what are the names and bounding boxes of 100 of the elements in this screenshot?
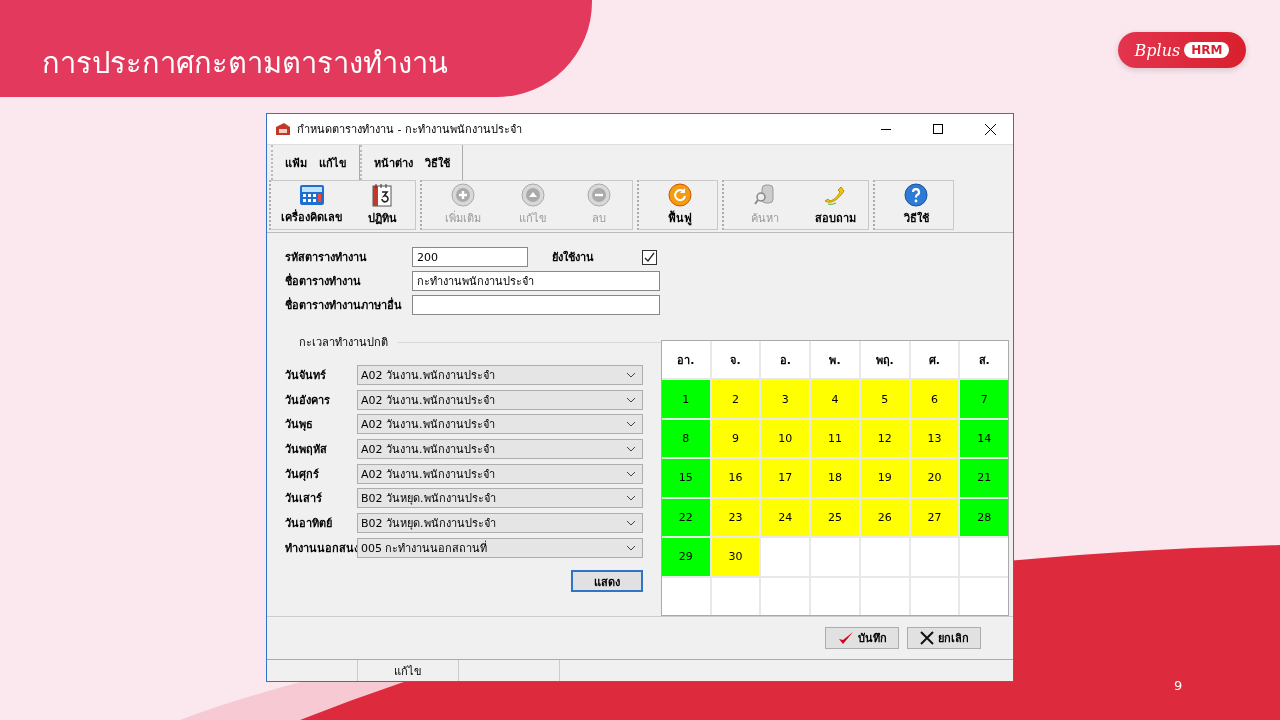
shift-dropdown[interactable]: B02 วันหยุด.พนักงานประจำ [357,513,643,534]
calendar-day[interactable]: 14 [960,419,1008,458]
caret-icon [626,446,636,453]
checkmark-icon [837,631,854,645]
code-field[interactable]: 200 [412,247,528,267]
caret-icon [626,544,636,551]
active-checkbox[interactable] [642,249,657,265]
magnifier-icon [753,183,777,207]
section-title: กะเวลาทำงานปกติ [298,335,389,351]
calculator-icon [299,184,325,206]
caret-icon [626,470,636,477]
calendar-day[interactable]: 15 [662,459,710,497]
field-label: รหัสตารางทำงาน [285,250,368,266]
caret-icon [626,495,636,502]
calendar-day[interactable]: 23 [711,498,760,537]
field-label: ชื่อตารางทำงานภาษาอื่น [285,296,403,314]
menu-item[interactable]: หน้าต่าง [374,153,413,172]
calendar-day[interactable]: 5 [860,380,909,418]
name-field[interactable]: กะทำงานพนักงานประจำ [412,271,660,291]
calendar-day[interactable]: 17 [761,459,810,497]
maximize-icon [933,124,943,134]
day-label: วันจันทร์ [285,368,327,384]
help-icon [904,183,928,207]
weekday-header: จ. [711,341,760,379]
logo-script: Bplus [1134,40,1181,60]
calendar-day[interactable]: 3 [761,380,810,418]
caret-icon [626,372,636,378]
slide-title: การประกาศกะตามตารางทำงาน [42,45,448,82]
day-label: วันพุธ [285,417,314,434]
calendar-day[interactable]: 6 [910,380,959,418]
shift-dropdown[interactable]: A02 วันงาน.พนักงานประจำ [357,463,643,484]
logo-badge: HRM [1184,42,1230,58]
calendar-day[interactable]: 10 [761,419,810,458]
toolbar-button[interactable]: เครื่องคิดเลข [275,181,349,229]
minimize-icon [881,128,891,130]
weekday-header: ส. [960,341,1008,379]
shift-dropdown[interactable]: 005 กะทำงานนอกสถานที่ [357,537,643,558]
calendar-day[interactable]: 19 [860,459,909,497]
menu-item[interactable]: วิธีใช้ [425,153,450,172]
calendar-day[interactable]: 18 [811,459,859,497]
calendar-day[interactable]: 8 [662,419,710,458]
calendar-day[interactable]: 26 [860,498,909,537]
day-label: วันศุกร์ [285,466,320,483]
field-label: ยังใช้งาน [552,249,595,266]
weekday-header: พ. [811,341,859,379]
status-text: แก้ไข [358,660,459,681]
calendar-day[interactable]: 16 [711,459,760,497]
calendar-day[interactable]: 29 [662,538,710,576]
day-label: วันเสาร์ [285,491,323,508]
menu-item[interactable]: แก้ไข [319,153,347,172]
day-label: ทำงานนอกสนง [285,540,357,557]
shift-dropdown[interactable]: A02 วันงาน.พนักงานประจำ [357,439,643,460]
up-circle-icon [521,183,545,207]
calendar-day[interactable]: 24 [761,498,810,537]
calendar-day[interactable]: 4 [811,380,859,418]
save-button[interactable]: บันทึก [825,627,899,649]
close-icon [984,123,996,135]
weekday-header: อ. [761,341,810,379]
toolbar-button[interactable]: ฟื้นฟู [643,181,717,229]
toolbar-button[interactable]: วิธีใช้ [879,181,953,229]
close-icon [919,631,934,645]
calendar-day[interactable]: 25 [811,498,859,537]
calendar-day[interactable]: 1 [662,380,710,418]
day-label: วันพฤหัส [285,442,328,459]
calendar-day[interactable]: 13 [910,419,959,458]
caret-icon [626,396,636,403]
shift-dropdown[interactable]: A02 วันงาน.พนักงานประจำ [357,414,643,435]
calendar-day[interactable]: 28 [960,498,1008,537]
calendar-day[interactable]: 21 [960,459,1008,497]
shift-dropdown[interactable]: A02 วันงาน.พนักงานประจำ [357,365,643,385]
calendar-day[interactable]: 9 [711,419,760,458]
calendar-day[interactable]: 22 [662,498,710,537]
day-label: วันอังคาร [285,392,331,409]
caret-icon [626,421,636,428]
window-title: กำหนดตารางทำงาน - กะทำงานพนักงานประจำ [297,122,522,138]
calendar-day[interactable]: 30 [711,538,760,576]
cancel-button[interactable]: ยกเลิก [907,627,981,649]
caret-icon [626,520,636,527]
page-number: 9 [1174,678,1183,693]
weekday-header: ศ. [910,341,959,379]
calendar-day[interactable]: 7 [960,380,1008,418]
minus-circle-icon [587,183,611,207]
toolbar-button[interactable]: ปฏิทิน [349,181,415,229]
shift-dropdown[interactable]: B02 วันหยุด.พนักงานประจำ [357,488,643,509]
calendar-day[interactable]: 2 [711,380,760,418]
day-label: วันอาทิตย์ [285,516,333,533]
refresh-icon [668,183,692,207]
calendar-day[interactable]: 20 [910,459,959,497]
menu-item[interactable]: แฟ้ม [285,153,307,172]
calendar-icon [371,183,393,207]
calendar-day[interactable]: 27 [910,498,959,537]
show-button[interactable]: แสดง [571,569,643,592]
toolbar-button[interactable]: สอบถาม [802,181,868,229]
weekday-header: อา. [662,341,710,379]
app-icon [275,121,291,137]
other-language-name-field[interactable] [412,295,660,315]
calendar-day[interactable]: 11 [811,419,859,458]
calendar-day[interactable]: 12 [860,419,909,458]
field-label: ชื่อตารางทำงาน [285,272,362,290]
shift-dropdown[interactable]: A02 วันงาน.พนักงานประจำ [357,389,643,410]
